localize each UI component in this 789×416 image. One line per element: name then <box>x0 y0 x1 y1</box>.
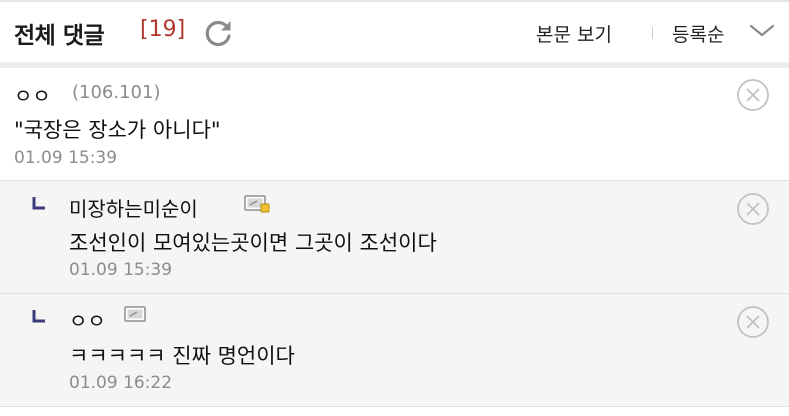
header-title: 전체 댓글 <box>14 23 105 49</box>
comment-author[interactable]: 미장하는미순이 <box>69 193 198 222</box>
comment-date: 01.09 15:39 <box>14 148 118 168</box>
comment-ip: (106.101) <box>72 82 161 103</box>
fixed-member-icon <box>244 195 270 213</box>
close-circle-icon[interactable] <box>736 305 770 339</box>
reply-item: ㅇㅇ ㅋㅋㅋㅋㅋ 진짜 명언이다 01.09 16:22 <box>0 294 789 407</box>
comment-date: 01.09 15:39 <box>69 260 173 280</box>
close-circle-icon[interactable] <box>736 78 770 112</box>
close-circle-icon[interactable] <box>736 192 770 226</box>
comment-item: ㅇㅇ (106.101) "국장은 장소가 아니다" 01.09 15:39 <box>0 68 789 181</box>
comment-body: 조선인이 모여있는곳이면 그곳이 조선이다 <box>69 231 437 255</box>
comment-page: 전체 댓글 [19] 본문 보기 등록순 ㅇㅇ (106.101) "국장은 장… <box>0 0 789 416</box>
comment-author[interactable]: ㅇㅇ <box>14 80 51 109</box>
comment-count: [19] <box>140 17 186 42</box>
chevron-down-icon[interactable] <box>748 22 776 40</box>
reply-arrow-icon <box>32 310 45 323</box>
comment-body: "국장은 장소가 아니다" <box>14 118 221 142</box>
member-icon <box>124 306 146 322</box>
comment-header: 전체 댓글 [19] 본문 보기 등록순 <box>0 0 789 62</box>
view-post-button[interactable]: 본문 보기 <box>536 20 612 47</box>
reply-item: 미장하는미순이 조선인이 모여있는곳이면 그곳이 조선이다 01.09 15:3… <box>0 181 789 294</box>
header-separator <box>652 27 653 39</box>
refresh-icon[interactable] <box>203 17 235 49</box>
comment-author[interactable]: ㅇㅇ <box>69 305 106 334</box>
comment-body: ㅋㅋㅋㅋㅋ 진짜 명언이다 <box>69 344 295 368</box>
comment-date: 01.09 16:22 <box>69 373 173 393</box>
sort-order-button[interactable]: 등록순 <box>672 20 724 47</box>
reply-arrow-icon <box>32 197 45 210</box>
